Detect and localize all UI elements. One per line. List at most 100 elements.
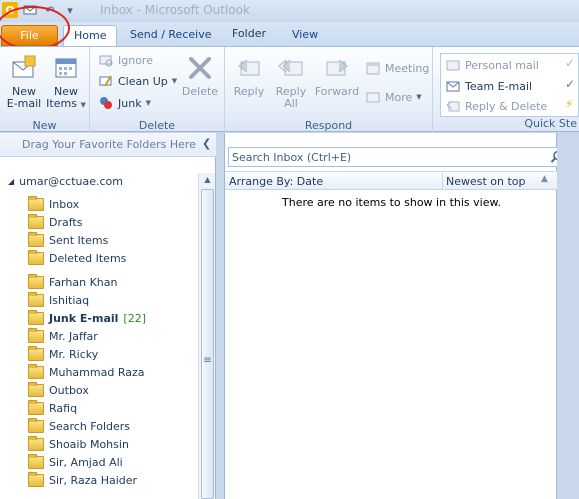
folder-icon	[28, 291, 44, 307]
folder-label: Ishitiaq	[49, 293, 90, 307]
folder-icon	[28, 399, 44, 415]
ignore-icon	[98, 52, 114, 68]
folder-icon	[28, 249, 44, 265]
delete-button[interactable]: Delete	[180, 53, 220, 98]
reply-all-icon	[276, 53, 306, 83]
tab-home[interactable]: Home	[63, 25, 118, 47]
pane-splitter[interactable]	[216, 133, 224, 499]
navigation-pane: Drag Your Favorite Folders Here ❮ ◢ umar…	[0, 133, 216, 499]
folder-item[interactable]: Mr. Jaffar	[28, 327, 196, 345]
folder-item[interactable]: Drafts	[28, 213, 196, 231]
arrange-by-button[interactable]: Arrange By: Date	[229, 175, 323, 188]
scroll-up-icon[interactable]: ▲	[199, 175, 216, 184]
folder-item[interactable]: Sent Items	[28, 231, 196, 249]
meeting-icon	[365, 60, 381, 76]
folder-label: Sir, Raza Haider	[49, 473, 138, 487]
more-dropdown-icon: ▼	[416, 93, 422, 101]
new-group-label: New	[32, 119, 57, 132]
nav-scroll-thumb[interactable]	[201, 189, 214, 499]
ignore-button[interactable]: Ignore	[98, 51, 153, 69]
outlook-app-icon[interactable]: O	[2, 2, 18, 18]
send-receive-icon[interactable]	[22, 2, 38, 18]
junk-label: Junk	[118, 96, 142, 110]
tab-folder[interactable]: Folder	[222, 25, 276, 43]
folder-item[interactable]: Outbox	[28, 381, 196, 399]
folder-item[interactable]: Muhammad Raza	[28, 363, 196, 381]
header-separator	[442, 173, 443, 189]
more-label: More	[385, 90, 413, 104]
ignore-label: Ignore	[118, 53, 153, 67]
more-button[interactable]: More ▼	[365, 88, 422, 106]
new-items-button[interactable]: New Items ▼	[46, 53, 86, 111]
folder-icon	[28, 363, 44, 379]
folder-item[interactable]: Shoaib Mohsin	[28, 435, 196, 453]
forward-button[interactable]: Forward	[313, 53, 361, 98]
quick-step-team-email[interactable]: Team E-mail	[445, 77, 532, 95]
sort-dropdown-icon[interactable]: ▲	[541, 174, 548, 184]
new-items-icon	[51, 53, 81, 83]
message-list: Search Inbox (Ctrl+E) Arrange By: Date N…	[224, 133, 568, 499]
folder-icon	[28, 327, 44, 343]
folder-icon	[28, 417, 44, 433]
account-node[interactable]: ◢ umar@cctuae.com	[8, 175, 123, 188]
search-input[interactable]: Search Inbox (Ctrl+E)	[228, 147, 568, 167]
folder-label: Rafiq	[49, 401, 78, 415]
quick-access-toolbar: O ↶ ▾	[2, 2, 78, 18]
clean-up-dropdown-icon: ▼	[171, 77, 178, 85]
favorites-drop-zone[interactable]: Drag Your Favorite Folders Here ❮	[0, 133, 216, 157]
undo-icon[interactable]: ↶	[42, 2, 58, 18]
qat-dropdown-icon[interactable]: ▾	[62, 2, 78, 18]
reply-delete-label: Reply & Delete	[465, 99, 548, 113]
meeting-button[interactable]: Meeting	[365, 59, 429, 77]
collapse-triangle-icon[interactable]: ◢	[8, 177, 14, 186]
sort-order-button[interactable]: Newest on top	[446, 175, 526, 188]
folder-icon	[28, 435, 44, 451]
folder-label: Outbox	[49, 383, 89, 397]
clean-up-button[interactable]: Clean Up ▼	[98, 72, 177, 90]
folder-icon	[28, 345, 44, 361]
quick-steps-gallery: Personal mail Team E-mail Reply & Delete…	[440, 53, 579, 117]
tab-view[interactable]: View	[282, 25, 328, 46]
junk-dropdown-icon: ▼	[145, 99, 151, 107]
folder-icon	[28, 273, 44, 289]
folder-label: Drafts	[49, 215, 83, 229]
team-email-label: Team E-mail	[465, 79, 533, 93]
clean-up-label: Clean Up	[118, 74, 168, 88]
reply-delete-icon	[445, 98, 461, 114]
folder-item[interactable]: Junk E-mail [22]	[28, 309, 196, 327]
folder-item[interactable]: Rafiq	[28, 399, 196, 417]
folder-item[interactable]: Farhan Khan	[28, 273, 196, 291]
reply-button[interactable]: Reply	[229, 53, 269, 98]
delete-x-icon	[185, 53, 215, 83]
folder-label: Mr. Jaffar	[49, 329, 98, 343]
folder-item[interactable]: Sir, Raza Haider	[28, 471, 196, 489]
nav-scrollbar[interactable]: ▲ ≡	[198, 173, 215, 499]
folder-icon	[28, 453, 44, 469]
new-email-button[interactable]: New E-mail	[4, 53, 44, 110]
quick-step-reply-delete[interactable]: Reply & Delete	[445, 97, 547, 115]
folder-item[interactable]: Search Folders	[28, 417, 196, 435]
reply-all-button[interactable]: Reply All	[271, 53, 311, 110]
folder-item[interactable]: Ishitiaq	[28, 291, 196, 309]
folder-label: Deleted Items	[49, 251, 127, 265]
folder-label: Sent Items	[49, 233, 109, 247]
folder-item[interactable]: Deleted Items	[28, 249, 196, 267]
folder-item[interactable]: Sir, Amjad Ali	[28, 453, 196, 471]
folder-item[interactable]: Inbox	[28, 195, 196, 213]
ribbon: New E-mail New Items ▼ New Ignore Clean …	[0, 46, 579, 133]
folder-label: Junk E-mail	[49, 311, 119, 325]
personal-mail-label: Personal mail	[465, 58, 539, 72]
tab-file[interactable]: File	[1, 25, 58, 46]
quick-step-personal-mail[interactable]: Personal mail	[445, 56, 539, 74]
folder-icon	[28, 213, 44, 229]
folder-icon	[28, 195, 44, 211]
title-bar: O ↶ ▾ Inbox - Microsoft Outlook	[0, 0, 579, 22]
junk-button[interactable]: Junk ▼	[98, 94, 151, 112]
folder-item[interactable]: Mr. Ricky	[28, 345, 196, 363]
arrange-header: Arrange By: Date Newest on top ▲	[225, 171, 558, 190]
collapse-nav-pane-icon[interactable]: ❮	[202, 137, 211, 150]
folder-label: Mr. Ricky	[49, 347, 99, 361]
folder-label: Sir, Amjad Ali	[49, 455, 123, 469]
tab-send-receive[interactable]: Send / Receive	[120, 25, 221, 46]
reply-all-label-line2: All	[284, 97, 298, 110]
